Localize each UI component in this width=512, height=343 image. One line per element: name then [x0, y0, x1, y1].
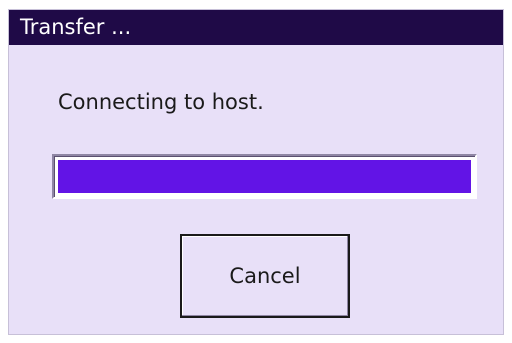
transfer-dialog: Transfer ... Connecting to host. Cancel [8, 9, 504, 335]
dialog-title: Transfer ... [9, 10, 503, 45]
status-text: Connecting to host. [58, 90, 264, 114]
progress-fill [58, 160, 471, 193]
cancel-button[interactable]: Cancel [180, 234, 350, 318]
progress-bar [52, 154, 477, 199]
